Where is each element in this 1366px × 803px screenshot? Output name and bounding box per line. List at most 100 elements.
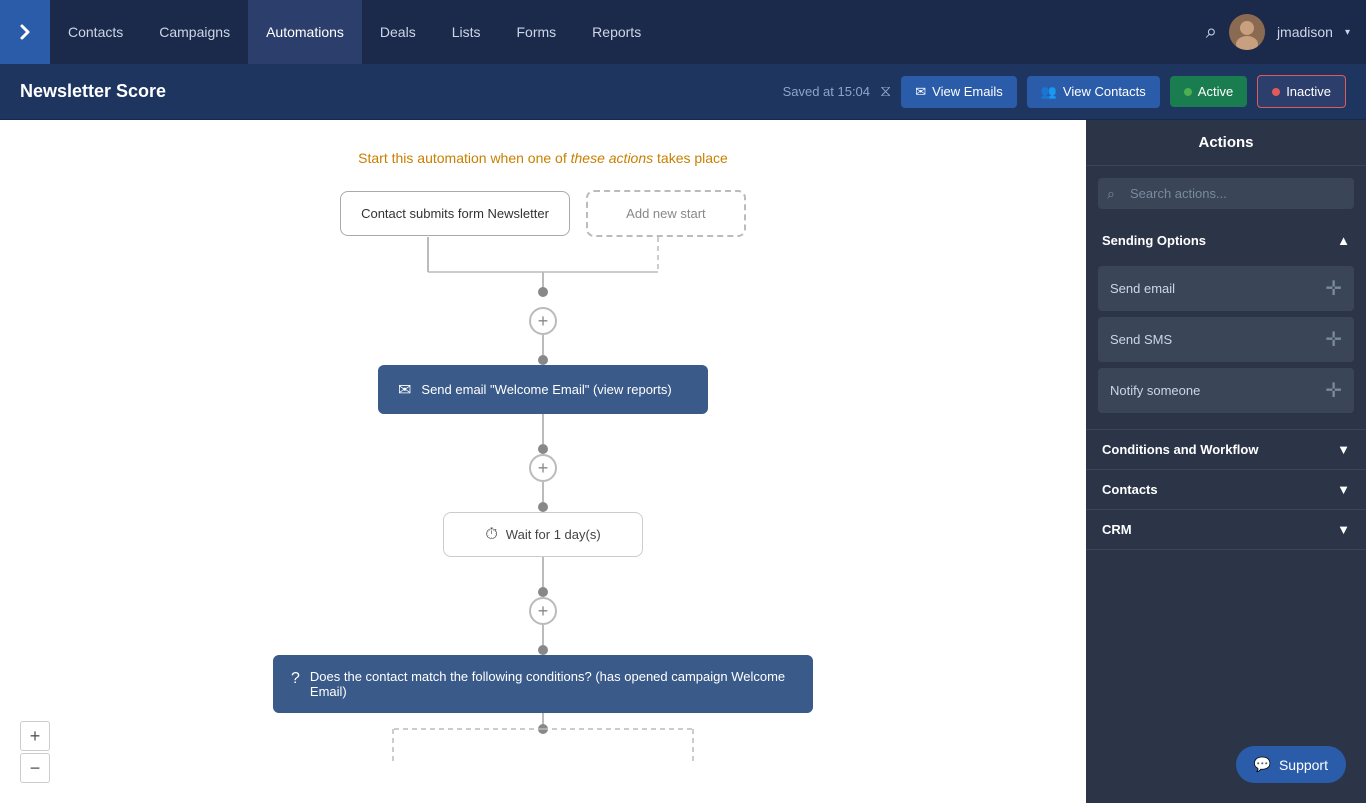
canvas-title-highlight: these actions [571, 150, 654, 166]
support-button[interactable]: 💬 Support [1236, 746, 1346, 783]
inactive-dot [1272, 88, 1280, 96]
sub-header: Newsletter Score Saved at 15:04 ⧖ ✉ View… [0, 64, 1366, 120]
contacts-chevron-down: ▼ [1337, 482, 1350, 497]
crm-label: CRM [1102, 522, 1132, 537]
sidebar-section-conditions: Conditions and Workflow ▼ [1086, 430, 1366, 470]
action-notify-someone[interactable]: Notify someone ✛ [1098, 368, 1354, 413]
connector-dot-1 [538, 355, 548, 365]
canvas-title-end: takes place [657, 150, 728, 166]
username-label[interactable]: jmadison [1277, 24, 1333, 40]
notify-someone-label: Notify someone [1110, 383, 1200, 398]
page-title: Newsletter Score [20, 81, 783, 102]
sidebar-search: ⌕ [1098, 178, 1354, 209]
zoom-out-button[interactable]: − [20, 753, 50, 783]
search-icon[interactable]: ⌕ [1206, 21, 1217, 44]
add-new-start-button[interactable]: Add new start [586, 190, 746, 237]
contacts-header[interactable]: Contacts ▼ [1086, 470, 1366, 509]
node-wait[interactable]: ⏱ Wait for 1 day(s) [443, 512, 643, 557]
contacts-label: Contacts [1102, 482, 1158, 497]
node-send-email[interactable]: ✉ Send email "Welcome Email" (view repor… [378, 365, 708, 414]
add-step-button-3[interactable]: + [529, 597, 557, 625]
nav-link-deals[interactable]: Deals [362, 0, 434, 64]
view-emails-label: View Emails [932, 84, 1003, 99]
inactive-button[interactable]: Inactive [1257, 75, 1346, 108]
contacts-icon: 👥 [1041, 84, 1057, 100]
clock-icon: ⏱ [485, 526, 497, 544]
crm-chevron-down: ▼ [1337, 522, 1350, 537]
merge-connector [313, 237, 773, 307]
nav-link-forms[interactable]: Forms [499, 0, 575, 64]
add-step-button-1[interactable]: + [529, 307, 557, 335]
view-contacts-button[interactable]: 👥 View Contacts [1027, 76, 1160, 108]
history-icon[interactable]: ⧖ [880, 83, 891, 101]
connector-line-1 [542, 335, 544, 355]
action-send-sms[interactable]: Send SMS ✛ [1098, 317, 1354, 362]
connector-line-3 [542, 482, 544, 502]
canvas-title: Start this automation when one of these … [358, 150, 728, 166]
nav-link-lists[interactable]: Lists [434, 0, 499, 64]
connector-dot-4 [538, 587, 548, 597]
support-label: Support [1279, 757, 1328, 773]
add-step-button-2[interactable]: + [529, 454, 557, 482]
nav-link-reports[interactable]: Reports [574, 0, 659, 64]
automation-canvas[interactable]: + − Start this automation when one of th… [0, 120, 1086, 803]
connector-dot-2 [538, 444, 548, 454]
sidebar: Actions ⌕ Sending Options ▲ Send email ✛… [1086, 120, 1366, 803]
send-email-label: Send email [1110, 281, 1175, 296]
active-label: Active [1198, 84, 1233, 99]
sending-options-content: Send email ✛ Send SMS ✛ Notify someone ✛ [1086, 260, 1366, 429]
sending-options-header[interactable]: Sending Options ▲ [1086, 221, 1366, 260]
active-button[interactable]: Active [1170, 76, 1247, 107]
email-node-icon: ✉ [398, 380, 411, 400]
search-icon: ⌕ [1107, 185, 1115, 202]
nav-logo[interactable] [0, 0, 50, 64]
connector-after-wait: + [529, 557, 557, 655]
connector-dot-3 [538, 502, 548, 512]
nav-link-automations[interactable]: Automations [248, 0, 362, 64]
action-send-email[interactable]: Send email ✛ [1098, 266, 1354, 311]
view-emails-button[interactable]: ✉ View Emails [901, 76, 1016, 108]
connector-after-email: + [529, 414, 557, 512]
nav-links: Contacts Campaigns Automations Deals Lis… [50, 0, 1206, 64]
conditions-chevron-down: ▼ [1337, 442, 1350, 457]
connector-line-4 [542, 557, 544, 587]
sending-options-label: Sending Options [1102, 233, 1206, 248]
canvas-title-text: Start this automation when one of [358, 150, 567, 166]
view-contacts-label: View Contacts [1063, 84, 1146, 99]
sidebar-section-crm: CRM ▼ [1086, 510, 1366, 550]
zoom-controls: + − [20, 721, 50, 783]
avatar [1229, 14, 1265, 50]
branch-connector [273, 713, 813, 769]
nav-link-contacts[interactable]: Contacts [50, 0, 141, 64]
node-wait-label: Wait for 1 day(s) [506, 527, 601, 542]
condition-icon: ? [291, 670, 300, 688]
node-condition[interactable]: ? Does the contact match the following c… [273, 655, 813, 713]
support-chat-icon: 💬 [1254, 756, 1271, 773]
sidebar-header: Actions [1086, 120, 1366, 166]
zoom-in-button[interactable]: + [20, 721, 50, 751]
inactive-label: Inactive [1286, 84, 1331, 99]
email-icon: ✉ [915, 84, 926, 100]
send-email-add-icon[interactable]: ✛ [1325, 276, 1342, 301]
sending-options-chevron-up: ▲ [1337, 233, 1350, 248]
sidebar-section-sending: Sending Options ▲ Send email ✛ Send SMS … [1086, 221, 1366, 430]
notify-someone-add-icon[interactable]: ✛ [1325, 378, 1342, 403]
conditions-header[interactable]: Conditions and Workflow ▼ [1086, 430, 1366, 469]
nav-right: ⌕ jmadison ▾ [1206, 14, 1366, 50]
connector-line-5 [542, 625, 544, 645]
nav-link-campaigns[interactable]: Campaigns [141, 0, 248, 64]
automation-flow: Start this automation when one of these … [20, 150, 1066, 769]
trigger-newsletter[interactable]: Contact submits form Newsletter [340, 191, 570, 236]
main-layout: + − Start this automation when one of th… [0, 120, 1366, 803]
search-input[interactable] [1098, 178, 1354, 209]
triggers-row: Contact submits form Newsletter Add new … [340, 190, 746, 237]
sidebar-section-contacts: Contacts ▼ [1086, 470, 1366, 510]
node-email-label: Send email "Welcome Email" (view reports… [421, 382, 671, 397]
username-dropdown-icon[interactable]: ▾ [1345, 27, 1350, 38]
add-after-triggers: + [529, 307, 557, 365]
send-sms-add-icon[interactable]: ✛ [1325, 327, 1342, 352]
send-sms-label: Send SMS [1110, 332, 1172, 347]
sub-header-actions: Saved at 15:04 ⧖ ✉ View Emails 👥 View Co… [783, 75, 1346, 108]
top-nav: Contacts Campaigns Automations Deals Lis… [0, 0, 1366, 64]
crm-header[interactable]: CRM ▼ [1086, 510, 1366, 549]
